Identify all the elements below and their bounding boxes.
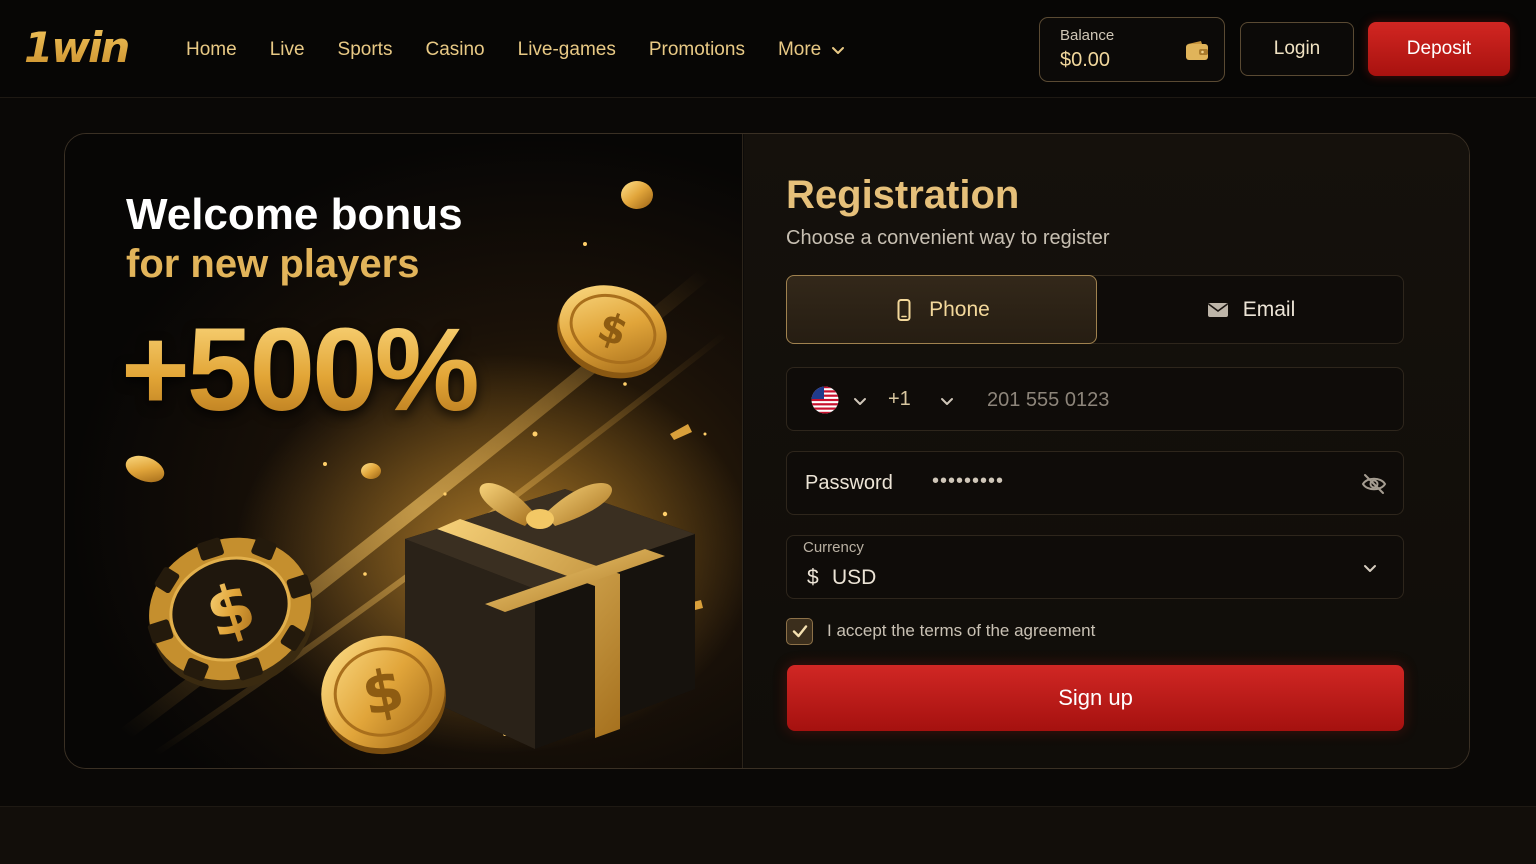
login-button[interactable]: Login (1240, 22, 1354, 76)
promo-subtitle: for new players (126, 242, 420, 286)
chevron-down-icon (1364, 565, 1376, 572)
dial-code-chevron-down-icon[interactable] (940, 394, 954, 408)
top-header: 1win Home Live Sports Casino Live-games … (0, 0, 1536, 98)
us-flag-icon[interactable] (811, 386, 839, 414)
tab-email[interactable]: Email (1097, 275, 1405, 344)
chevron-down-icon (832, 47, 845, 54)
sign-up-button[interactable]: Sign up (787, 665, 1404, 731)
brand-logo[interactable]: 1win (24, 22, 130, 74)
registration-form: Registration Choose a convenient way to … (744, 134, 1469, 768)
balance-label: Balance (1060, 27, 1115, 44)
terms-checkbox[interactable] (786, 617, 813, 645)
nav-item-live-games[interactable]: Live-games (518, 36, 616, 64)
nav-item-home[interactable]: Home (186, 36, 237, 64)
main-nav: Home Live Sports Casino Live-games Promo… (186, 36, 878, 64)
checkmark-icon (792, 625, 807, 638)
promo-title: Welcome bonus (126, 190, 463, 239)
wallet-icon (1186, 41, 1208, 60)
currency-select[interactable]: Currency $ USD (786, 535, 1404, 599)
eye-off-icon[interactable] (1361, 472, 1387, 496)
tab-email-label: Email (1242, 297, 1296, 321)
balance-value: $0.00 (1060, 49, 1111, 71)
tab-phone-label: Phone (929, 297, 990, 321)
promo-bonus-amount: +500% (121, 300, 480, 440)
password-field[interactable]: Password ••••••••• (786, 451, 1404, 515)
promo-banner: $ $ $ Welcome bonus for new players +500… (65, 134, 743, 768)
deposit-button[interactable]: Deposit (1368, 22, 1510, 76)
currency-label: Currency (803, 539, 864, 556)
dial-code: +1 (888, 388, 911, 410)
mail-icon (1207, 302, 1228, 317)
password-input[interactable]: ••••••••• (932, 470, 1004, 493)
currency-symbol: $ (807, 566, 819, 589)
terms-label[interactable]: I accept the terms of the agreement (827, 621, 1095, 641)
registration-title: Registration (786, 173, 1020, 217)
nav-item-more[interactable]: More (778, 36, 845, 64)
tab-phone[interactable]: Phone (786, 275, 1097, 344)
nav-more-label: More (777, 39, 822, 60)
balance-widget[interactable]: Balance $0.00 (1039, 17, 1225, 82)
phone-icon (897, 298, 911, 321)
nav-item-promotions[interactable]: Promotions (649, 36, 745, 64)
registration-subtitle: Choose a convenient way to register (786, 227, 1110, 249)
nav-item-sports[interactable]: Sports (338, 36, 393, 64)
phone-field: +1 (786, 367, 1404, 431)
registration-card: $ $ $ Welcome bonus for new players +500… (64, 133, 1470, 769)
country-chevron-down-icon[interactable] (853, 394, 867, 408)
password-label: Password (805, 472, 893, 494)
phone-input[interactable] (987, 382, 1367, 418)
nav-item-casino[interactable]: Casino (425, 36, 484, 64)
currency-value: USD (832, 566, 877, 589)
nav-item-live[interactable]: Live (270, 36, 305, 64)
registration-method-tabs: Phone Email (786, 275, 1404, 344)
terms-row: I accept the terms of the agreement (786, 616, 1095, 646)
footer-strip (0, 806, 1536, 864)
